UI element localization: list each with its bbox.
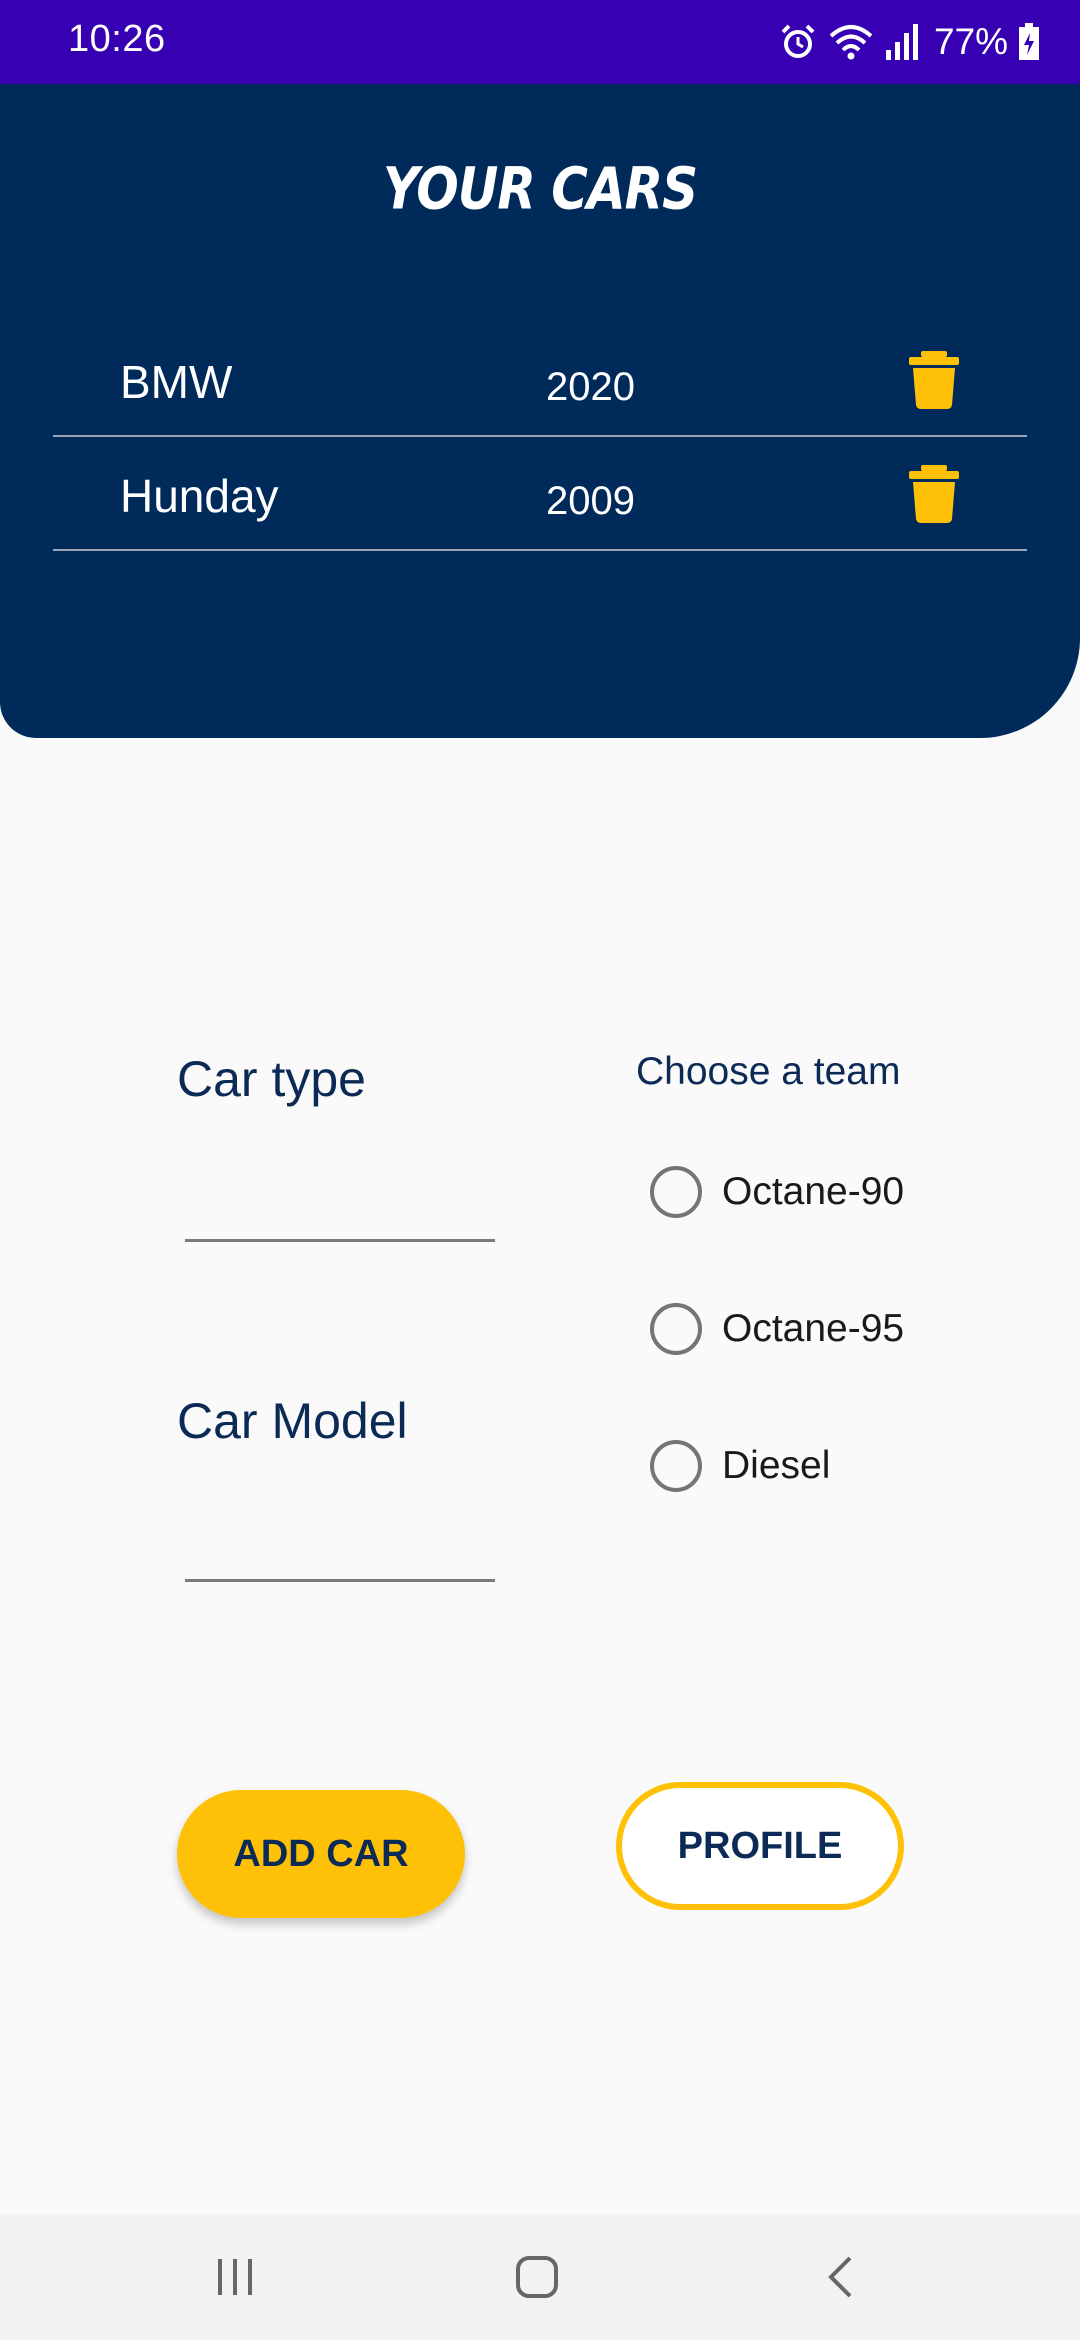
radio-octane-90[interactable]: Octane-90 bbox=[650, 1164, 904, 1220]
car-type-label: Car type bbox=[177, 1051, 366, 1107]
back-button[interactable] bbox=[740, 2214, 940, 2340]
trash-icon[interactable] bbox=[909, 351, 959, 409]
car-list-item: BMW 2020 bbox=[53, 323, 1027, 437]
add-car-button[interactable]: ADD CAR bbox=[177, 1790, 465, 1918]
battery-charging-icon bbox=[1019, 23, 1039, 60]
navigation-bar bbox=[0, 2214, 1080, 2340]
car-model-input[interactable] bbox=[185, 1522, 495, 1582]
back-icon bbox=[828, 2256, 852, 2298]
team-group-title: Choose a team bbox=[636, 1050, 901, 1093]
status-time: 10:26 bbox=[68, 18, 166, 60]
radio-circle[interactable] bbox=[650, 1303, 702, 1355]
radio-diesel[interactable]: Diesel bbox=[650, 1438, 830, 1494]
radio-circle[interactable] bbox=[650, 1166, 702, 1218]
profile-button[interactable]: PROFILE bbox=[616, 1782, 904, 1910]
radio-octane-95[interactable]: Octane-95 bbox=[650, 1301, 904, 1357]
radio-circle[interactable] bbox=[650, 1440, 702, 1492]
status-icons: 77% bbox=[778, 18, 1040, 66]
wifi-icon bbox=[829, 25, 873, 60]
radio-label: Octane-95 bbox=[722, 1307, 905, 1350]
signal-icon bbox=[885, 24, 918, 60]
page-title: YOUR CARS bbox=[382, 155, 698, 223]
car-year: 2020 bbox=[546, 365, 635, 409]
alarm-icon bbox=[781, 24, 815, 58]
car-name: Hunday bbox=[120, 470, 279, 522]
home-button[interactable] bbox=[437, 2214, 637, 2340]
car-list-item: Hunday 2009 bbox=[53, 437, 1027, 551]
car-type-input[interactable] bbox=[185, 1182, 495, 1242]
car-year: 2009 bbox=[546, 479, 635, 523]
car-model-label: Car Model bbox=[177, 1393, 408, 1449]
recents-button[interactable] bbox=[135, 2214, 335, 2340]
battery-percent: 77% bbox=[933, 21, 1008, 62]
recents-icon bbox=[218, 2259, 252, 2295]
home-icon bbox=[516, 2256, 558, 2298]
status-bar: 10:26 77% bbox=[0, 0, 1080, 84]
trash-icon[interactable] bbox=[909, 465, 959, 523]
radio-label: Octane-90 bbox=[722, 1170, 905, 1213]
car-name: BMW bbox=[120, 356, 233, 408]
radio-label: Diesel bbox=[722, 1444, 831, 1487]
